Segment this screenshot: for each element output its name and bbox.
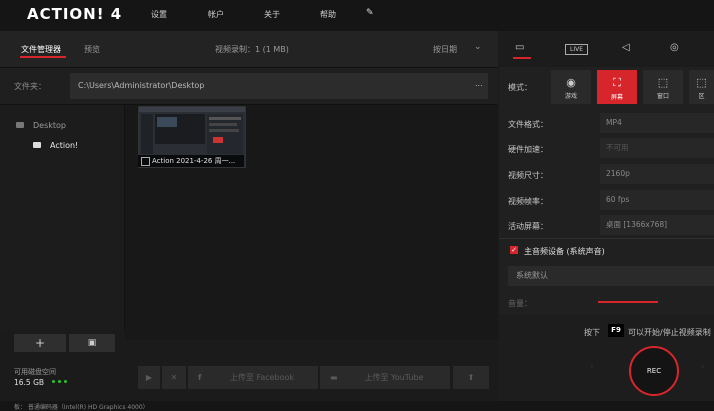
speaker-tab-icon[interactable]: ◁ (622, 42, 630, 53)
disk-indicator-dot (64, 380, 67, 383)
tab-file-manager[interactable]: 文件管理器 (21, 44, 61, 55)
browse-folder-button[interactable]: ... (475, 79, 483, 88)
delete-button[interactable]: ✕ (162, 366, 186, 389)
upload-youtube-label: 上传至 YouTube (364, 373, 424, 382)
youtube-icon: ▬ (330, 373, 338, 382)
mode-region-label: 区 (698, 93, 705, 100)
tab-preview[interactable]: 预览 (84, 44, 100, 55)
hint-prefix: 按下 (584, 328, 600, 337)
live-tab-icon[interactable]: LIVE (565, 44, 589, 55)
video-title-bar: Action 2021-4-26 周一... (138, 155, 244, 167)
add-folder-button[interactable]: ▣ (69, 334, 115, 352)
mode-screen-button[interactable]: ⛶ 屏幕 (597, 70, 637, 104)
upload-facebook-button[interactable]: f 上传至 Facebook (188, 366, 318, 389)
hw-accel-label: 硬件加速： (508, 145, 548, 154)
active-screen-select[interactable]: 桌面 [1366x768] (600, 215, 714, 235)
status-text: 板： 普通编码器（Intel(R) HD Graphics 4000） (14, 404, 149, 411)
audio-device-select[interactable]: 系统默认 (508, 266, 714, 286)
hotkey-badge: F9 (608, 324, 624, 337)
mode-game-button[interactable]: ◉ 游戏 (551, 70, 591, 104)
plus-icon: + (34, 336, 46, 350)
disk-indicator-dot (58, 380, 61, 383)
upload-icon: ⬆ (467, 373, 475, 382)
upload-facebook-label: 上传至 Facebook (229, 373, 295, 382)
disk-space-value: 16.5 GB (14, 378, 45, 387)
tree-item-desktop[interactable]: Desktop (33, 121, 66, 130)
video-size-label: 视频尺寸： (508, 171, 548, 180)
active-tab-indicator (20, 56, 66, 58)
audio-device-label: 主音频设备 (系统声音) (524, 247, 605, 256)
frame-rate-label: 视频帧率： (508, 197, 548, 206)
window-icon: ⬚ (657, 76, 669, 89)
menu-about[interactable]: 关于 (264, 9, 280, 20)
tree-item-action[interactable]: Action! (50, 141, 78, 150)
folder-path: C:\Users\Administrator\Desktop (78, 81, 205, 90)
audio-device-checkbox[interactable]: ✓ (510, 246, 518, 254)
video-size-select[interactable]: 2160p (600, 164, 714, 184)
upload-youtube-button[interactable]: ▬ 上传至 YouTube (320, 366, 450, 389)
volume-slider[interactable] (598, 301, 658, 303)
hint-suffix: 可以开始/停止视频录制 (628, 328, 711, 337)
mode-game-label: 游戏 (564, 93, 577, 100)
menu-help[interactable]: 帮助 (320, 9, 336, 20)
facebook-icon: f (198, 373, 202, 382)
camera-tab-icon[interactable]: ◎ (670, 42, 679, 53)
mode-label: 模式： (508, 83, 532, 92)
mode-window-button[interactable]: ⬚ 窗口 (643, 70, 683, 104)
folder-icon (16, 122, 24, 128)
record-button[interactable]: REC (629, 346, 679, 396)
sort-dropdown[interactable]: 按日期 (433, 44, 457, 55)
folder-icon (33, 142, 41, 148)
disk-indicator-dot (52, 380, 55, 383)
pen-icon[interactable]: ✎ (366, 8, 374, 18)
volume-label: 音量： (508, 299, 532, 308)
video-record-tab-icon[interactable]: ▭ (515, 42, 524, 53)
mode-region-button[interactable]: ⬚ 区 (689, 70, 714, 104)
folder-add-icon: ▣ (87, 338, 97, 348)
play-icon: ▶ (145, 373, 153, 382)
video-count: 视频录制：1 (1 MB) (215, 45, 289, 54)
screen-icon: ⛶ (613, 76, 621, 89)
mode-window-label: 窗口 (656, 93, 669, 100)
format-select[interactable]: MP4 (600, 113, 714, 133)
folder-label: 文件夹： (14, 82, 46, 91)
chevron-left-icon[interactable]: ‹ (590, 362, 594, 372)
menu-account[interactable]: 帐户 (208, 9, 224, 20)
divider (499, 238, 714, 239)
active-tab-indicator (513, 57, 531, 59)
app-logo: ACTION! 4 (27, 5, 123, 23)
format-label: 文件格式： (508, 120, 548, 129)
video-select-checkbox[interactable] (141, 157, 150, 166)
folder-tree (0, 105, 125, 330)
upload-button[interactable]: ⬆ (453, 366, 489, 389)
close-icon: ✕ (170, 373, 178, 382)
hw-accel-select[interactable]: 不可用 (600, 138, 714, 158)
region-icon: ⬚ (696, 76, 707, 89)
add-button[interactable]: + (14, 334, 66, 352)
settings-tabs (499, 31, 714, 67)
mode-screen-label: 屏幕 (610, 94, 623, 101)
gamepad-icon: ◉ (566, 76, 576, 89)
chevron-down-icon[interactable]: ⌄ (474, 42, 482, 52)
disk-space-label: 可用磁盘空间 (14, 368, 56, 376)
play-button[interactable]: ▶ (138, 366, 160, 389)
video-title: Action 2021-4-26 周一... (152, 157, 236, 165)
chevron-right-icon[interactable]: › (701, 362, 705, 372)
active-screen-label: 活动屏幕： (508, 222, 548, 231)
frame-rate-select[interactable]: 60 fps (600, 190, 714, 210)
menu-settings[interactable]: 设置 (151, 9, 167, 20)
